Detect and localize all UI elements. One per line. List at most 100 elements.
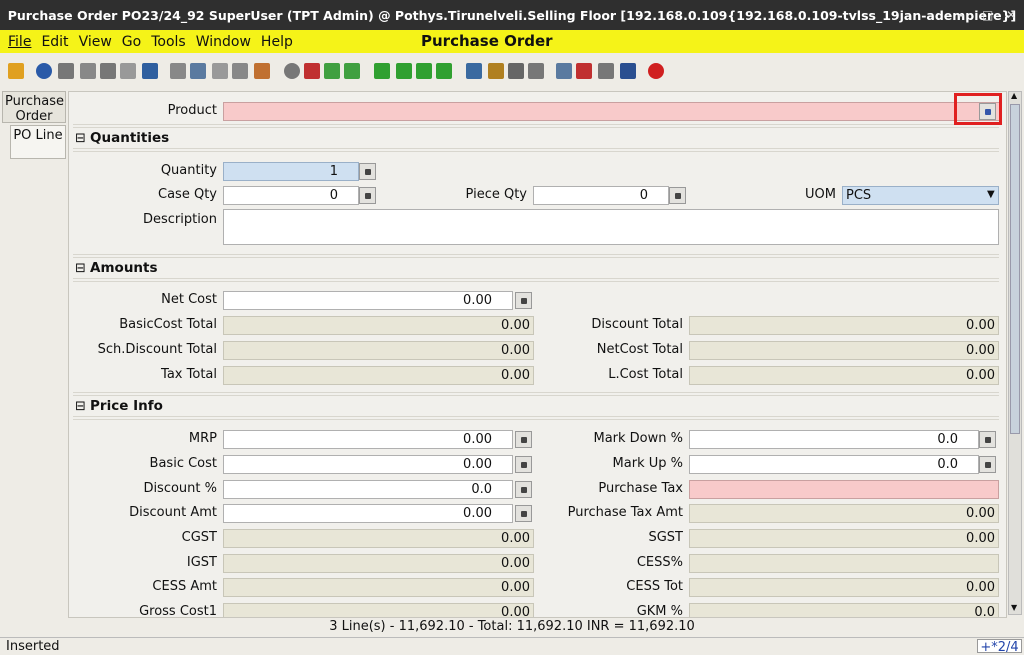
piece-qty-calc-button[interactable] <box>669 187 686 204</box>
igst-field: 0.00 <box>223 554 534 573</box>
discount-total-field: 0.00 <box>689 316 999 335</box>
next-record-icon[interactable] <box>416 63 432 79</box>
sgst-field: 0.00 <box>689 529 999 548</box>
copy-record-icon[interactable] <box>80 63 96 79</box>
save-icon[interactable] <box>142 63 158 79</box>
purchase-tax-amt-label: Purchase Tax Amt <box>567 505 683 520</box>
chevron-down-icon[interactable]: ▼ <box>987 189 995 200</box>
tab-po-line[interactable]: PO Line <box>10 125 66 159</box>
scrollbar-thumb[interactable] <box>1010 104 1020 434</box>
record-indicator[interactable]: +*2/4 <box>977 639 1022 655</box>
discount-total-label: Discount Total <box>591 317 683 332</box>
section-amounts[interactable]: ⊟ Amounts <box>75 260 158 276</box>
gross-cost-field: 0.00 <box>223 603 534 617</box>
section-quantities[interactable]: ⊟ Quantities <box>75 130 169 146</box>
mark-down-field[interactable]: 0.0 <box>689 430 979 449</box>
menu-window[interactable]: Window <box>196 34 251 50</box>
title-bar: Purchase Order PO23/24_92 SuperUser (TPT… <box>0 0 1024 30</box>
close-icon[interactable]: ✕ <box>1006 8 1016 22</box>
section-quantities-label: Quantities <box>90 130 170 146</box>
quantity-calc-button[interactable] <box>359 163 376 180</box>
product-field[interactable] <box>223 102 1000 121</box>
mark-up-field[interactable]: 0.0 <box>689 455 979 474</box>
request-icon[interactable] <box>598 63 614 79</box>
gross-cost-label: Gross Cost1 <box>139 604 217 618</box>
net-cost-field[interactable]: 0.00 <box>223 291 513 310</box>
section-price-info[interactable]: ⊟ Price Info <box>75 398 163 414</box>
refresh-icon[interactable] <box>170 63 186 79</box>
purchase-tax-field[interactable] <box>689 480 999 499</box>
tab-purchase-order[interactable]: Purchase Order <box>2 91 66 124</box>
net-cost-calc-button[interactable] <box>515 292 532 309</box>
highlight-box <box>954 93 1002 125</box>
last-record-icon[interactable] <box>436 63 452 79</box>
discount-pct-calc-button[interactable] <box>515 481 532 498</box>
mrp-field[interactable]: 0.00 <box>223 430 513 449</box>
discount-amt-field[interactable]: 0.00 <box>223 504 513 523</box>
tab-strip: Purchase Order PO Line <box>2 91 68 159</box>
zoom-across-icon[interactable] <box>556 63 572 79</box>
history-icon[interactable] <box>284 63 300 79</box>
workflow-icon[interactable] <box>576 63 592 79</box>
product-info-icon[interactable] <box>620 63 636 79</box>
grid-toggle-icon[interactable] <box>254 63 270 79</box>
net-cost-total-field: 0.00 <box>689 341 999 360</box>
cgst-label: CGST <box>181 530 217 545</box>
mark-down-calc-button[interactable] <box>979 431 996 448</box>
find-icon[interactable] <box>190 63 206 79</box>
tax-total-label: Tax Total <box>161 367 217 382</box>
net-cost-label: Net Cost <box>161 292 217 307</box>
exit-icon[interactable] <box>648 63 664 79</box>
help-icon[interactable] <box>36 63 52 79</box>
case-qty-calc-button[interactable] <box>359 187 376 204</box>
report-icon[interactable] <box>466 63 482 79</box>
net-cost-total-label: NetCost Total <box>596 342 683 357</box>
menu-tools[interactable]: Tools <box>151 34 186 50</box>
archive-icon[interactable] <box>488 63 504 79</box>
menu-go[interactable]: Go <box>122 34 141 50</box>
case-qty-field[interactable]: 0 <box>223 186 359 205</box>
record-form: Product ⊟ Quantities Quantity 1 Case Qty… <box>68 91 1007 618</box>
cess-amt-field: 0.00 <box>223 578 534 597</box>
maximize-icon[interactable]: □ <box>982 8 993 22</box>
discount-amt-calc-button[interactable] <box>515 505 532 522</box>
delete-icon[interactable] <box>100 63 116 79</box>
divider <box>73 254 999 258</box>
forward-icon[interactable] <box>344 63 360 79</box>
scroll-down-icon[interactable]: ▼ <box>1011 603 1017 612</box>
mark-up-calc-button[interactable] <box>979 456 996 473</box>
description-field[interactable] <box>223 209 999 245</box>
mrp-calc-button[interactable] <box>515 431 532 448</box>
attachment-icon[interactable] <box>212 63 228 79</box>
sch-discount-total-label: Sch.Discount Total <box>97 342 217 357</box>
undo-icon[interactable] <box>8 63 24 79</box>
mark-up-label: Mark Up % <box>612 456 683 471</box>
minimize-icon[interactable]: – <box>958 8 964 22</box>
menu-edit[interactable]: Edit <box>41 34 68 50</box>
scroll-up-icon[interactable]: ▲ <box>1011 91 1017 100</box>
print-icon[interactable] <box>528 63 544 79</box>
basic-cost-field[interactable]: 0.00 <box>223 455 513 474</box>
summary-line: 3 Line(s) - 11,692.10 - Total: 11,692.10… <box>329 619 695 634</box>
print-preview-icon[interactable] <box>508 63 524 79</box>
toolbar <box>0 57 1024 85</box>
divider <box>73 392 999 396</box>
home-icon[interactable] <box>304 63 320 79</box>
uom-select[interactable]: PCS <box>842 186 999 205</box>
first-record-icon[interactable] <box>374 63 390 79</box>
menu-help[interactable]: Help <box>261 34 293 50</box>
new-record-icon[interactable] <box>58 63 74 79</box>
menu-view[interactable]: View <box>79 34 112 50</box>
chat-icon[interactable] <box>232 63 248 79</box>
delete-selection-icon[interactable] <box>120 63 136 79</box>
basic-cost-total-label: BasicCost Total <box>119 317 217 332</box>
piece-qty-field[interactable]: 0 <box>533 186 669 205</box>
status-text: Inserted <box>6 639 60 654</box>
back-icon[interactable] <box>324 63 340 79</box>
previous-record-icon[interactable] <box>396 63 412 79</box>
menu-file[interactable]: File <box>8 34 31 50</box>
vertical-scrollbar[interactable]: ▲ ▼ <box>1008 91 1022 615</box>
quantity-field[interactable]: 1 <box>223 162 359 181</box>
basic-cost-calc-button[interactable] <box>515 456 532 473</box>
discount-pct-field[interactable]: 0.0 <box>223 480 513 499</box>
